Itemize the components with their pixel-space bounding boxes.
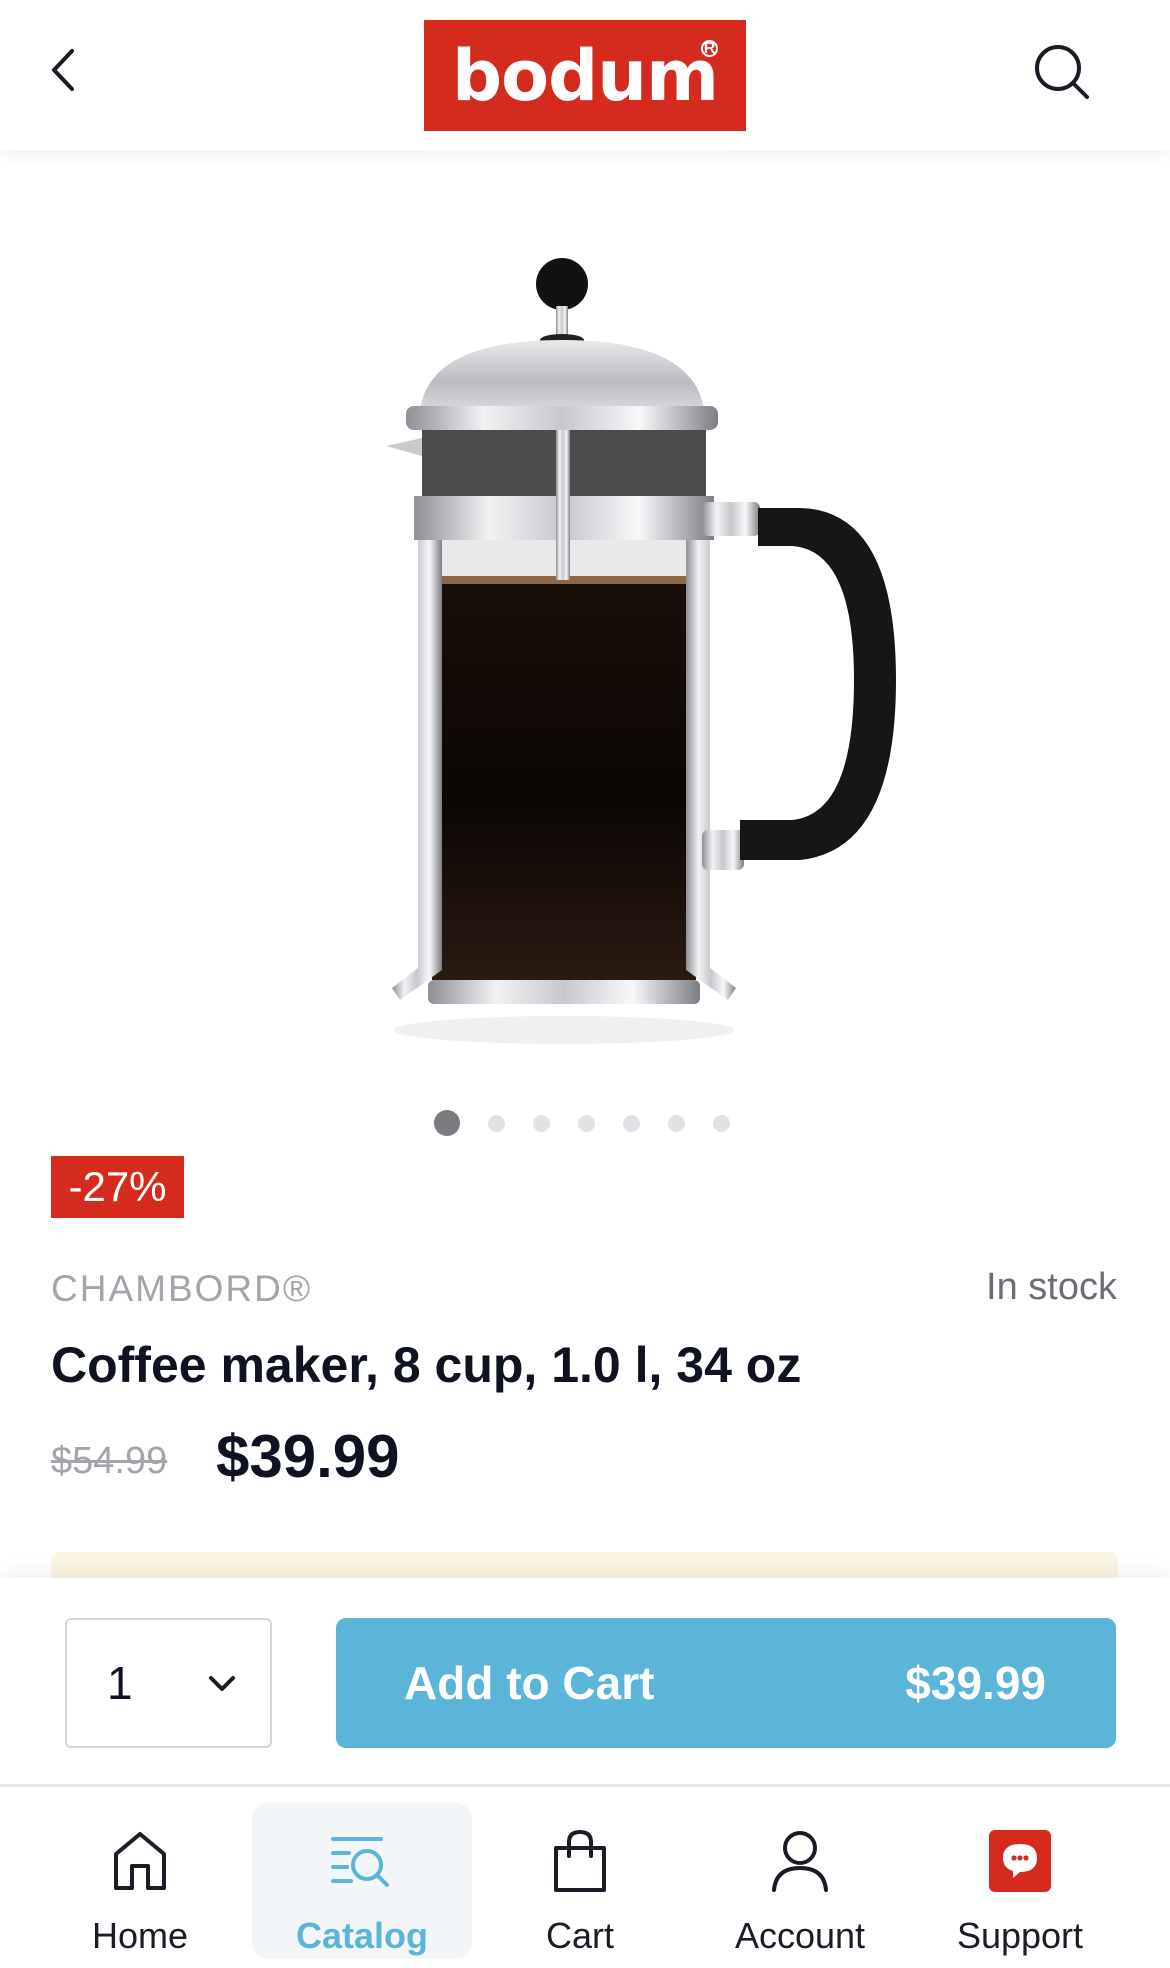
coffee-maker-image (386, 258, 896, 1044)
person-icon (772, 1831, 828, 1892)
top-header: bodum R (0, 0, 1170, 150)
product-image[interactable] (330, 240, 910, 1070)
product-brand: CHAMBORD® (51, 1268, 313, 1309)
nav-item-account[interactable]: Account (690, 1787, 910, 1968)
gallery-pagination (0, 1108, 1170, 1138)
logo-text: bodum (451, 34, 719, 117)
gallery-dot[interactable] (623, 1114, 640, 1132)
registered-mark: R (701, 40, 718, 57)
search-button[interactable] (1030, 40, 1094, 104)
brand-logo[interactable]: bodum R (424, 20, 746, 131)
quantity-value: 1 (107, 1657, 133, 1709)
product-title: Coffee maker, 8 cup, 1.0 l, 34 oz (51, 1337, 802, 1393)
nav-item-cart[interactable]: Cart (470, 1787, 690, 1968)
add-to-cart-bar: 1 Add to Cart $39.99 (0, 1578, 1170, 1784)
nav-label-account: Account (734, 1915, 866, 1956)
add-to-cart-button[interactable]: Add to Cart $39.99 (336, 1618, 1116, 1748)
nav-item-support[interactable]: Support (910, 1787, 1130, 1968)
back-button[interactable] (38, 42, 88, 98)
nav-label-catalog: Catalog (295, 1915, 428, 1956)
nav-label-cart: Cart (545, 1915, 614, 1956)
catalog-icon (331, 1837, 389, 1887)
bag-icon (554, 1829, 606, 1892)
search-icon (1035, 45, 1089, 99)
bottom-navigation: Home Catalog Cart Account Support (0, 1784, 1170, 1968)
gallery-dot[interactable] (434, 1110, 460, 1136)
original-price: $54.99 (51, 1440, 168, 1482)
gallery-dot[interactable] (713, 1114, 730, 1132)
chevron-left-icon (52, 49, 74, 91)
chevron-down-icon (209, 1676, 235, 1691)
add-to-cart-label: Add to Cart (404, 1657, 655, 1709)
gallery-dot[interactable] (668, 1114, 685, 1132)
discount-badge: -27% (51, 1156, 184, 1218)
nav-item-catalog[interactable]: Catalog (252, 1803, 472, 1959)
gallery-dot[interactable] (488, 1114, 505, 1132)
nav-item-home[interactable]: Home (30, 1787, 250, 1968)
quantity-select[interactable]: 1 (65, 1618, 272, 1748)
home-icon (114, 1832, 166, 1890)
nav-label-support: Support (956, 1915, 1084, 1956)
nav-label-home: Home (91, 1915, 189, 1956)
gallery-dot[interactable] (533, 1114, 550, 1132)
add-to-cart-price: $39.99 (905, 1657, 1046, 1709)
stock-status: In stock (986, 1266, 1117, 1308)
sale-price: $39.99 (216, 1423, 400, 1490)
gallery-dot[interactable] (578, 1114, 595, 1132)
chat-icon (989, 1830, 1051, 1892)
